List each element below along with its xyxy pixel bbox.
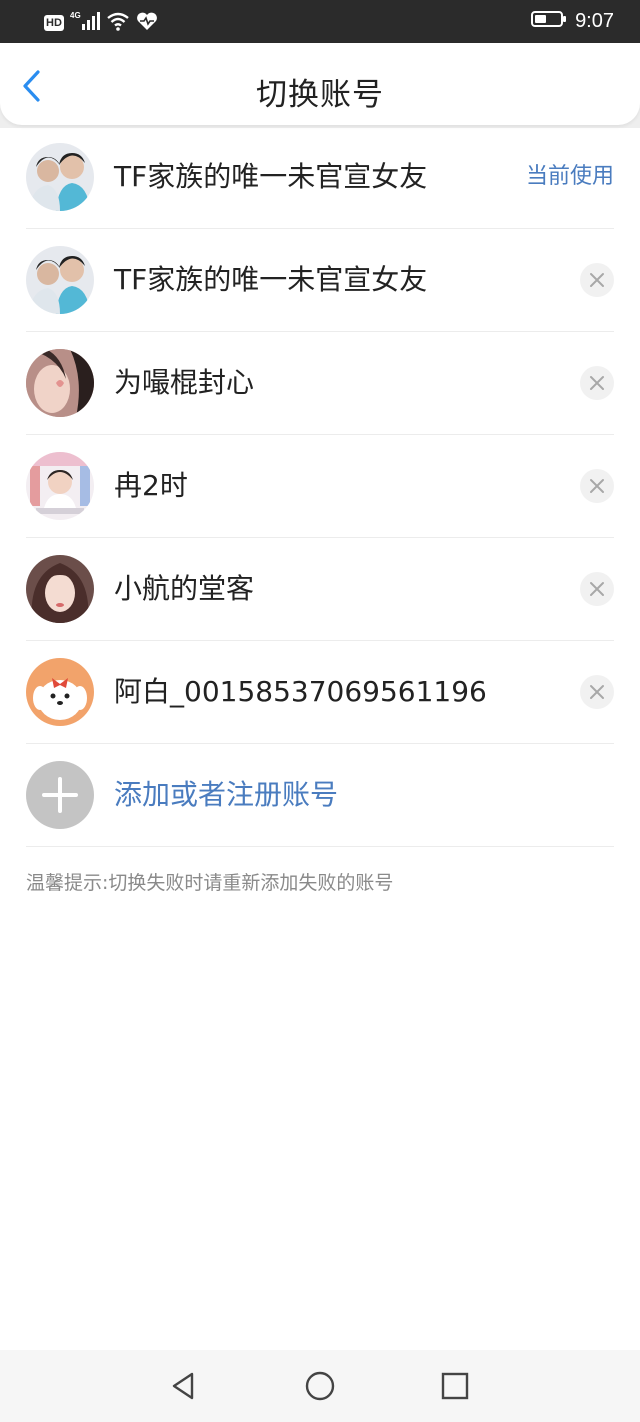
avatar: [26, 555, 94, 623]
remove-account-button[interactable]: [580, 675, 614, 709]
account-name: 阿白_0015853706956​1196: [114, 675, 487, 708]
network-type-label: 4G: [70, 11, 81, 20]
avatar: [26, 658, 94, 726]
heart-rate-icon: [136, 11, 158, 35]
account-name: 为嘬棍封心: [114, 366, 255, 399]
remove-account-button[interactable]: [580, 572, 614, 606]
signal-icon: 4G: [70, 10, 100, 36]
account-row[interactable]: TF家族的唯一未官宣女友: [26, 229, 614, 332]
header: 切换账号: [0, 43, 640, 125]
account-name: 小航的堂客: [114, 572, 255, 605]
page-title: 切换账号: [256, 77, 384, 113]
plus-icon: [42, 777, 78, 813]
add-account-row[interactable]: 添加或者注册账号: [26, 744, 614, 847]
add-account-label[interactable]: 添加或者注册账号: [114, 744, 338, 846]
add-account-button[interactable]: [26, 761, 94, 829]
hd-icon: HD: [44, 15, 64, 31]
recents-square-icon[interactable]: [437, 1368, 473, 1404]
close-icon: [590, 685, 604, 699]
remove-account-button[interactable]: [580, 263, 614, 297]
status-time: 9:07: [575, 9, 614, 32]
tip-text: 温馨提示:切换失败时请重新添加失败的账号: [26, 872, 394, 894]
avatar: [26, 349, 94, 417]
account-name: 冉2时: [114, 469, 188, 502]
remove-account-button[interactable]: [580, 469, 614, 503]
status-left: HD 4G: [44, 10, 158, 36]
battery-icon: [531, 9, 567, 33]
account-row[interactable]: 阿白_0015853706956​1196: [26, 641, 614, 744]
account-name: TF家族的唯一未官宣女友: [114, 263, 428, 296]
close-icon: [590, 273, 604, 287]
avatar: [26, 452, 94, 520]
status-bar: HD 4G 9:07: [0, 0, 640, 43]
account-row[interactable]: 冉2时: [26, 435, 614, 538]
close-icon: [590, 582, 604, 596]
home-circle-icon[interactable]: [302, 1368, 338, 1404]
back-triangle-icon[interactable]: [166, 1368, 202, 1404]
close-icon: [590, 376, 604, 390]
current-account-label: 当前使用: [525, 164, 614, 189]
status-right: 9:07: [531, 9, 614, 33]
account-row[interactable]: TF家族的唯一未官宣女友 当前使用: [26, 126, 614, 229]
account-row[interactable]: 为嘬棍封心: [26, 332, 614, 435]
avatar: [26, 246, 94, 314]
close-icon: [590, 479, 604, 493]
avatar: [26, 143, 94, 211]
account-name: TF家族的唯一未官宣女友: [114, 160, 428, 193]
account-list: TF家族的唯一未官宣女友 当前使用 TF家族的唯一未官宣女友 为嘬棍封心 冉2时…: [0, 126, 640, 847]
account-row[interactable]: 小航的堂客: [26, 538, 614, 641]
wifi-icon: [106, 11, 130, 35]
navigation-bar: [0, 1350, 640, 1422]
remove-account-button[interactable]: [580, 366, 614, 400]
